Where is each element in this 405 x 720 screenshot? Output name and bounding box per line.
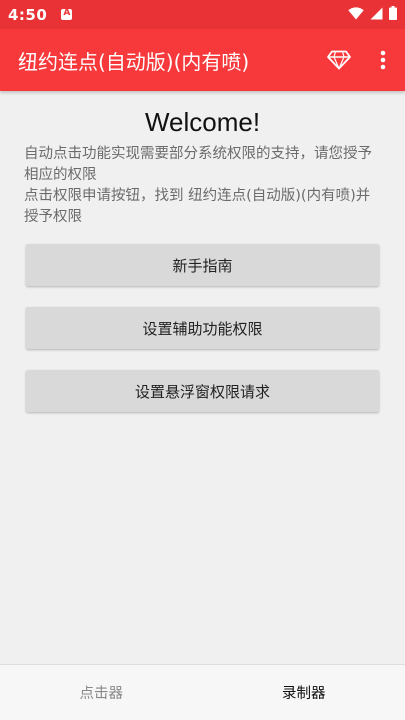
main-content: Welcome! 自动点击功能实现需要部分系统权限的支持，请您授予相应的权限 点… bbox=[0, 91, 405, 412]
status-time: 4:50 bbox=[8, 5, 48, 24]
description-line-1: 自动点击功能实现需要部分系统权限的支持，请您授予相应的权限 bbox=[24, 146, 372, 183]
bottom-nav: 点击器 录制器 bbox=[0, 664, 405, 720]
welcome-heading: Welcome! bbox=[144, 107, 261, 137]
battery-icon bbox=[389, 5, 397, 24]
diamond-icon bbox=[327, 50, 351, 70]
accessibility-permission-button[interactable]: 设置辅助功能权限 bbox=[26, 307, 379, 349]
notification-app-icon bbox=[61, 8, 73, 20]
overlay-permission-button[interactable]: 设置悬浮窗权限请求 bbox=[26, 370, 379, 412]
app-bar: 纽约连点(自动版)(内有喷) bbox=[0, 29, 405, 91]
more-vert-icon bbox=[380, 50, 386, 70]
status-icons bbox=[348, 5, 397, 24]
diamond-button[interactable] bbox=[317, 38, 361, 82]
tab-clicker[interactable]: 点击器 bbox=[0, 665, 203, 720]
description-line-2: 点击权限申请按钮，找到 纽约连点(自动版)(内有喷)并授予权限 bbox=[24, 188, 371, 225]
app-bar-actions bbox=[317, 38, 405, 82]
signal-icon bbox=[370, 5, 383, 24]
beginner-guide-button[interactable]: 新手指南 bbox=[26, 244, 379, 286]
wifi-icon bbox=[348, 5, 364, 24]
permission-description: 自动点击功能实现需要部分系统权限的支持，请您授予相应的权限 点击权限申请按钮，找… bbox=[0, 144, 405, 228]
tab-recorder[interactable]: 录制器 bbox=[203, 665, 405, 720]
screen: 4:50 纽约连点(自动版)(内有喷) bbox=[0, 0, 405, 720]
more-options-button[interactable] bbox=[361, 38, 405, 82]
status-bar: 4:50 bbox=[0, 0, 405, 29]
app-title: 纽约连点(自动版)(内有喷) bbox=[18, 49, 250, 74]
